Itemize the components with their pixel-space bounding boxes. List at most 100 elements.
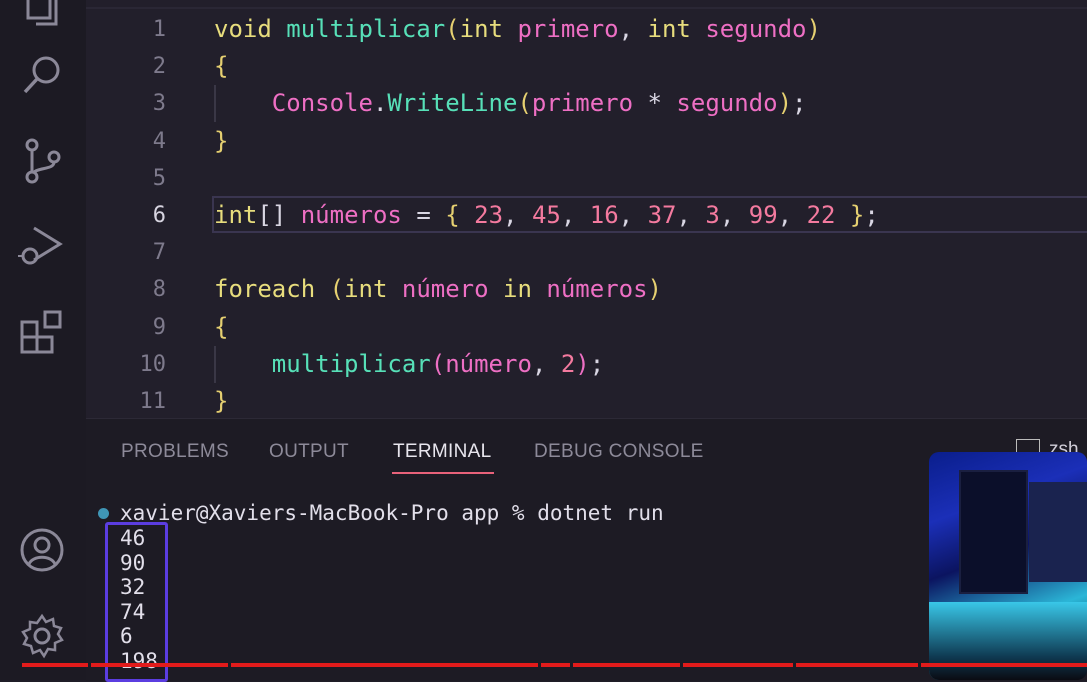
line-number: 10 [139,351,167,377]
code-token: números [300,201,402,229]
tab-debug-console[interactable]: DEBUG CONSOLE [534,441,704,463]
chapter-gap [793,663,796,667]
code-token: { [214,52,229,81]
explorer-icon[interactable] [18,0,66,30]
code-token: , [560,201,590,229]
code-line[interactable]: 9{ [86,309,1087,346]
code-token: 2 [560,349,576,378]
code-text: foreach (int número in números) [214,271,662,308]
code-line[interactable]: 1 void multiplicar(int primero, int segun… [86,11,1087,48]
code-token: , [503,201,532,229]
code-line[interactable]: 8 foreach (int número in números) [86,271,1087,308]
code-token: ( [430,349,446,378]
code-token: ; [589,349,605,378]
code-token: ( [445,15,460,43]
code-text: multiplicar(número, 2); [214,346,604,383]
source-control-icon[interactable] [18,137,66,185]
code-line[interactable]: 11} [86,383,1087,418]
webcam-monitor [959,470,1028,594]
search-icon[interactable] [18,50,66,98]
code-token: multiplicar [271,349,431,378]
tab-output[interactable]: OUTPUT [269,441,349,463]
code-line[interactable]: 4} [86,123,1087,160]
activity-bar [0,0,86,680]
code-token: , [777,201,807,229]
code-token: void [214,15,272,43]
code-token: segundo [705,15,807,43]
code-text: void multiplicar(int primero, int segund… [214,11,821,48]
code-token: { [214,312,229,341]
terminal-prompt: xavier@Xaviers-MacBook-Pro app % dotnet … [120,501,664,525]
code-token: ; [792,89,807,118]
code-token: número [401,275,489,304]
code-token: { [445,201,475,229]
line-number: 5 [152,165,166,191]
code-token: primero [531,89,634,118]
code-token: Console [271,89,373,118]
editor-top-border [86,7,1087,9]
line-number: 4 [152,128,166,154]
code-token: } [835,201,865,229]
code-token: ) [575,349,590,378]
code-text: { [214,48,228,85]
code-text: } [214,383,228,418]
webcam-desk [929,602,1087,680]
code-token: primero [517,15,619,43]
code-token: , [719,201,749,229]
code-token: int [459,15,504,43]
chapter-gap [570,663,573,667]
code-token: int [344,275,388,304]
code-token: = [401,201,446,229]
account-icon[interactable] [18,526,66,574]
code-line[interactable]: 7 [86,234,1087,271]
code-editor[interactable]: 1 void multiplicar(int primero, int segun… [86,0,1087,418]
code-text: } [214,123,228,160]
tab-terminal[interactable]: TERMINAL [393,441,491,463]
code-token: multiplicar [286,15,446,43]
settings-gear-icon[interactable] [18,612,66,660]
code-token: números [546,275,648,304]
video-progress-bar[interactable] [22,663,1087,667]
code-token: 37 [647,201,677,229]
code-line[interactable]: 3 Console.WriteLine(primero * segundo); [86,85,1087,123]
code-token: ) [777,89,793,118]
code-token: , [531,349,561,378]
line-number: 8 [152,277,166,303]
code-token: in [503,275,532,304]
code-line[interactable]: 6 int[] números = { 23, 45, 16, 37, 3, 99… [86,197,1087,234]
code-line[interactable]: 10 multiplicar(número, 2); [86,345,1087,383]
code-line[interactable]: 5 [86,160,1087,197]
line-number: 2 [152,54,166,80]
code-line[interactable]: 2{ [86,48,1087,85]
code-token: , [618,15,648,43]
code-token: segundo [676,89,778,118]
run-debug-icon[interactable] [18,222,66,270]
code-token: 99 [748,201,778,229]
code-token: 22 [806,201,836,229]
code-token: 16 [589,201,619,229]
command-status-dot-icon [98,508,109,519]
code-token: 3 [705,201,720,229]
line-number: 11 [139,389,167,414]
line-number: 3 [152,91,166,117]
chapter-gap [228,663,231,667]
code-token: , [618,201,648,229]
code-token: ) [647,275,662,304]
code-token: int [214,201,258,229]
code-token: } [214,387,229,415]
code-token: 23 [474,201,504,229]
code-token: ( [329,275,345,304]
tab-problems[interactable]: PROBLEMS [121,441,229,463]
code-token: ; [864,201,879,229]
line-number: 1 [152,17,166,42]
extensions-icon[interactable] [18,308,66,356]
line-number: 9 [152,314,166,340]
